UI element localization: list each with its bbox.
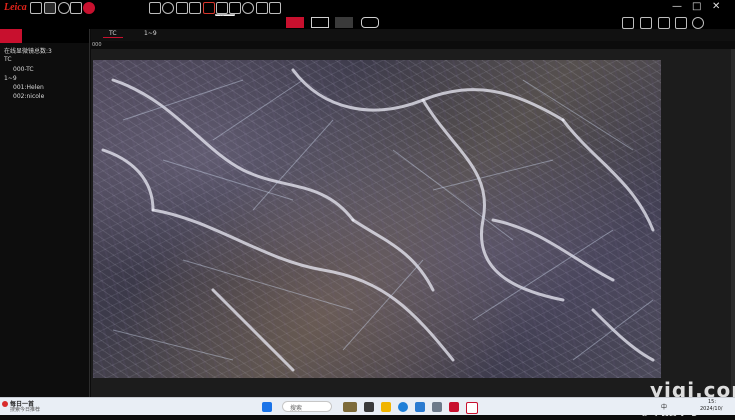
main-toolbar: Leica — □ ✕ — [0, 0, 735, 16]
users-tab-icon[interactable] — [0, 29, 22, 43]
notification-icon[interactable] — [2, 401, 8, 407]
layout-icon[interactable] — [335, 17, 353, 28]
tab-tc[interactable]: TC — [103, 30, 123, 38]
edit-icon[interactable] — [269, 2, 281, 14]
search-placeholder: 搜索 — [290, 405, 303, 412]
tab-1-9[interactable]: 1~9 — [144, 30, 157, 37]
minimize-button[interactable]: — — [672, 1, 682, 12]
close-button[interactable]: ✕ — [712, 1, 720, 12]
leica-logo: Leica — [4, 2, 27, 13]
undo-icon[interactable] — [97, 2, 109, 14]
teaching-icon[interactable] — [311, 17, 329, 28]
mode-bar — [0, 16, 735, 29]
clock-time[interactable]: 15: — [708, 399, 716, 405]
live-view-icon[interactable] — [286, 17, 304, 28]
gear-icon[interactable] — [692, 17, 704, 29]
group-name[interactable]: 1~9 — [4, 75, 17, 82]
open-icon[interactable] — [44, 2, 56, 14]
delete-icon[interactable] — [122, 2, 134, 14]
microscope-item[interactable]: 000-TC — [13, 66, 34, 73]
eraser-icon[interactable] — [136, 2, 148, 14]
online-count: 在线显微镜总数:3 — [4, 48, 52, 55]
windows-taskbar: 每日一首 搜索今日推荐 搜索 中 15: 2024/10/ — [0, 397, 735, 415]
maximize-button[interactable]: □ — [692, 1, 701, 12]
monitor-icon[interactable] — [658, 17, 670, 29]
store-icon[interactable] — [415, 402, 425, 412]
clock-date[interactable]: 2024/10/ — [700, 406, 722, 412]
record-icon[interactable] — [189, 2, 201, 14]
microstructure-overlay — [101, 68, 655, 372]
sidebar: 在线显微镜总数:3 TC 000-TC 1~9 001:Helen 002:ni… — [0, 29, 90, 397]
sidebar-tabs — [0, 29, 89, 43]
snapshot-icon[interactable] — [229, 2, 241, 14]
camera-icon[interactable] — [216, 2, 228, 14]
start-icon[interactable] — [262, 402, 272, 412]
edge-icon[interactable] — [398, 402, 408, 412]
widget-icon[interactable] — [343, 402, 357, 412]
profile-tab-icon[interactable] — [66, 29, 88, 43]
settings-icon[interactable] — [162, 2, 174, 14]
task-view-icon[interactable] — [364, 402, 374, 412]
grid-icon[interactable] — [149, 2, 161, 14]
tools-tab-icon[interactable] — [44, 29, 66, 43]
layers-icon[interactable] — [256, 2, 268, 14]
annotate-icon[interactable] — [640, 17, 652, 29]
microscope-item[interactable]: 002:nicole — [13, 93, 44, 100]
screenshot-icon[interactable] — [203, 2, 215, 14]
feed-tabs: TC 1~9 — [91, 29, 735, 41]
new-file-icon[interactable] — [30, 2, 42, 14]
tile-icon[interactable] — [176, 2, 188, 14]
notify-subtitle: 搜索今日推荐 — [10, 407, 41, 413]
pointer-icon[interactable] — [70, 2, 82, 14]
overlay-icon[interactable] — [242, 2, 254, 14]
leica-app-icon[interactable] — [449, 402, 459, 412]
search-input[interactable]: 搜索 — [282, 401, 332, 412]
adjust-tab-icon[interactable] — [22, 29, 44, 43]
viewer-scrollbar[interactable] — [731, 49, 735, 397]
settings-app-icon[interactable] — [432, 402, 442, 412]
redo-icon[interactable] — [110, 2, 122, 14]
chat-icon[interactable] — [361, 17, 379, 28]
ime-indicator[interactable]: 中 — [661, 402, 667, 411]
microscope-viewer — [91, 49, 735, 397]
explorer-icon[interactable] — [381, 402, 391, 412]
play-icon[interactable] — [58, 2, 70, 14]
leica-viewer-icon[interactable] — [466, 402, 478, 414]
viewer-label: 000 — [92, 42, 102, 48]
hand-icon[interactable] — [83, 2, 95, 14]
microscope-item[interactable]: 001:Helen — [13, 84, 44, 91]
microscope-image[interactable] — [93, 60, 661, 378]
list-icon[interactable] — [675, 17, 687, 29]
group-name[interactable]: TC — [4, 56, 12, 63]
export-icon[interactable] — [622, 17, 634, 29]
